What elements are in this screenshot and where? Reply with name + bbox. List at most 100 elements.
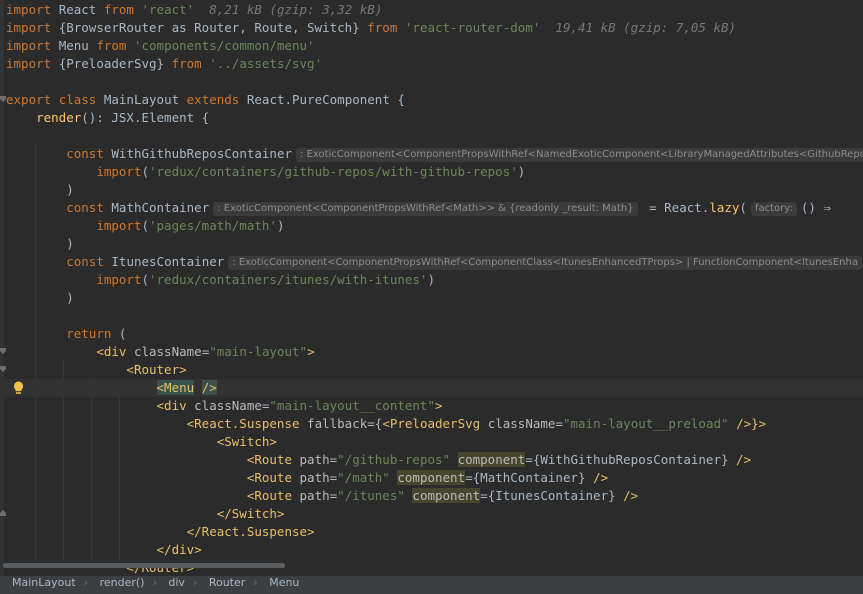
keyword: import	[96, 272, 142, 287]
keyword: from	[103, 2, 134, 17]
string-literal: "/itunes"	[337, 488, 405, 503]
code-line[interactable]: import('redux/containers/github-repos/wi…	[0, 163, 863, 181]
code-line[interactable]: const MathContainer: ExoticComponent<Com…	[0, 199, 863, 217]
scrollbar-thumb[interactable]	[3, 563, 285, 568]
code-line[interactable]: )	[0, 181, 863, 199]
identifier: (): JSX.Element {	[81, 110, 210, 125]
identifier: () ⇒	[800, 200, 831, 215]
breadcrumb: MainLayout › render() › div › Router › Menu	[0, 576, 863, 594]
breadcrumb-separator-icon: ›	[83, 576, 89, 589]
type-hint: : ExoticComponent<ComponentPropsWithRef<…	[213, 202, 638, 216]
identifier: {MathContainer}	[472, 470, 586, 485]
code-line[interactable]: import('redux/containers/itunes/with-itu…	[0, 271, 863, 289]
jsx-tag: <Route	[246, 470, 292, 485]
breadcrumb-item[interactable]: div	[168, 576, 185, 589]
code-line[interactable]: <Route path="/math" component={MathConta…	[0, 469, 863, 487]
code-line[interactable]: export class MainLayout extends React.Pu…	[0, 91, 863, 109]
code-line[interactable]: render(): JSX.Element {	[0, 109, 863, 127]
code-line[interactable]: <Router>	[0, 361, 863, 379]
code-line[interactable]: <div className="main-layout">	[0, 343, 863, 361]
code-line[interactable]: const WithGithubReposContainer: ExoticCo…	[0, 145, 863, 163]
code-line[interactable]: <Route path="/itunes" component={ItunesC…	[0, 487, 863, 505]
code-editor[interactable]: import React from 'react' 8,21 kB (gzip:…	[0, 0, 863, 576]
jsx-attribute: component	[457, 452, 526, 467]
breadcrumb-item[interactable]: MainLayout	[12, 576, 76, 589]
breadcrumb-separator-icon: ›	[152, 576, 157, 589]
punctuation: )	[66, 290, 74, 305]
code-line[interactable]: return (	[0, 325, 863, 343]
code-line[interactable]: )	[0, 289, 863, 307]
method-name: lazy	[709, 200, 740, 215]
code-line[interactable]: )	[0, 235, 863, 253]
string-literal: 'redux/containers/github-repos/with-gith…	[149, 164, 518, 179]
jsx-tag: />	[736, 452, 752, 467]
breadcrumb-separator-icon: ›	[253, 576, 258, 589]
keyword: import	[6, 56, 52, 71]
string-literal: "/math"	[337, 470, 390, 485]
punctuation: =	[480, 488, 488, 503]
jsx-tag: <Menu	[156, 380, 195, 395]
keyword: from	[367, 20, 398, 35]
jsx-tag: <React.Suspense	[186, 416, 300, 431]
code-line[interactable]: import {BrowserRouter as Router, Route, …	[0, 19, 863, 37]
keyword: from	[96, 38, 127, 53]
identifier: React.PureComponent {	[246, 92, 405, 107]
code-line[interactable]: <div className="main-layout__content">	[0, 397, 863, 415]
class-name: MainLayout	[103, 92, 180, 107]
breadcrumb-separator-icon: ›	[192, 576, 198, 589]
code-line[interactable]: import {PreloaderSvg} from '../assets/sv…	[0, 55, 863, 73]
identifier: React	[58, 2, 97, 17]
keyword: extends	[186, 92, 240, 107]
code-line[interactable]: <Switch>	[0, 433, 863, 451]
punctuation: =	[555, 416, 563, 431]
keyword: return	[66, 326, 112, 341]
code-line[interactable]: const ItunesContainer: ExoticComponent<C…	[0, 253, 863, 271]
code-line[interactable]: </Switch>	[0, 505, 863, 523]
breadcrumb-item[interactable]: render()	[100, 576, 145, 589]
identifier: ItunesContainer	[111, 254, 225, 269]
identifier: {BrowserRouter as Router, Route, Switch}	[58, 20, 360, 35]
code-line[interactable]: </div>	[0, 541, 863, 559]
keyword: class	[58, 92, 97, 107]
jsx-tag: />	[623, 488, 639, 503]
code-line[interactable]: import('pages/math/math')	[0, 217, 863, 235]
string-literal: "/github-repos"	[337, 452, 451, 467]
jsx-attribute: className	[194, 398, 262, 413]
punctuation: (	[739, 200, 747, 215]
jsx-attribute: path	[299, 452, 330, 467]
keyword: import	[6, 38, 52, 53]
code-line-current[interactable]: <Menu />	[0, 379, 863, 397]
code-line[interactable]: <Route path="/github-repos" component={W…	[0, 451, 863, 469]
keyword: import	[6, 2, 52, 17]
jsx-tag: <PreloaderSvg	[382, 416, 481, 431]
breadcrumb-item[interactable]: Router	[209, 576, 245, 589]
string-literal: 'redux/containers/itunes/with-itunes'	[149, 272, 428, 287]
string-literal: 'components/common/menu'	[133, 38, 315, 53]
code-line[interactable]: </React.Suspense>	[0, 523, 863, 541]
string-literal: 'react'	[141, 2, 195, 17]
keyword: export	[6, 92, 52, 107]
horizontal-scrollbar[interactable]	[0, 560, 863, 570]
jsx-tag: </div>	[156, 542, 202, 557]
jsx-attribute: path	[299, 488, 330, 503]
identifier: {WithGithubReposContainer}	[532, 452, 729, 467]
keyword: import	[6, 20, 52, 35]
code-line[interactable]: import Menu from 'components/common/menu…	[0, 37, 863, 55]
jsx-tag: <div	[156, 398, 187, 413]
breadcrumb-item[interactable]: Menu	[269, 576, 299, 589]
keyword: const	[66, 200, 104, 215]
keyword: from	[171, 56, 202, 71]
jsx-attribute: className	[487, 416, 556, 431]
keyword: const	[66, 254, 104, 269]
keyword: const	[66, 146, 104, 161]
punctuation: )	[66, 236, 74, 251]
parameter-hint: factory:	[750, 202, 797, 216]
string-literal: "main-layout__content"	[269, 398, 435, 413]
code-line[interactable]: import React from 'react' 8,21 kB (gzip:…	[0, 1, 863, 19]
code-line[interactable]: <React.Suspense fallback={<PreloaderSvg …	[0, 415, 863, 433]
identifier: WithGithubReposContainer	[111, 146, 293, 161]
jsx-tag: <div	[96, 344, 127, 359]
punctuation: (	[118, 326, 127, 341]
jsx-attribute: className	[133, 344, 202, 359]
string-literal: '../assets/svg'	[209, 56, 323, 71]
